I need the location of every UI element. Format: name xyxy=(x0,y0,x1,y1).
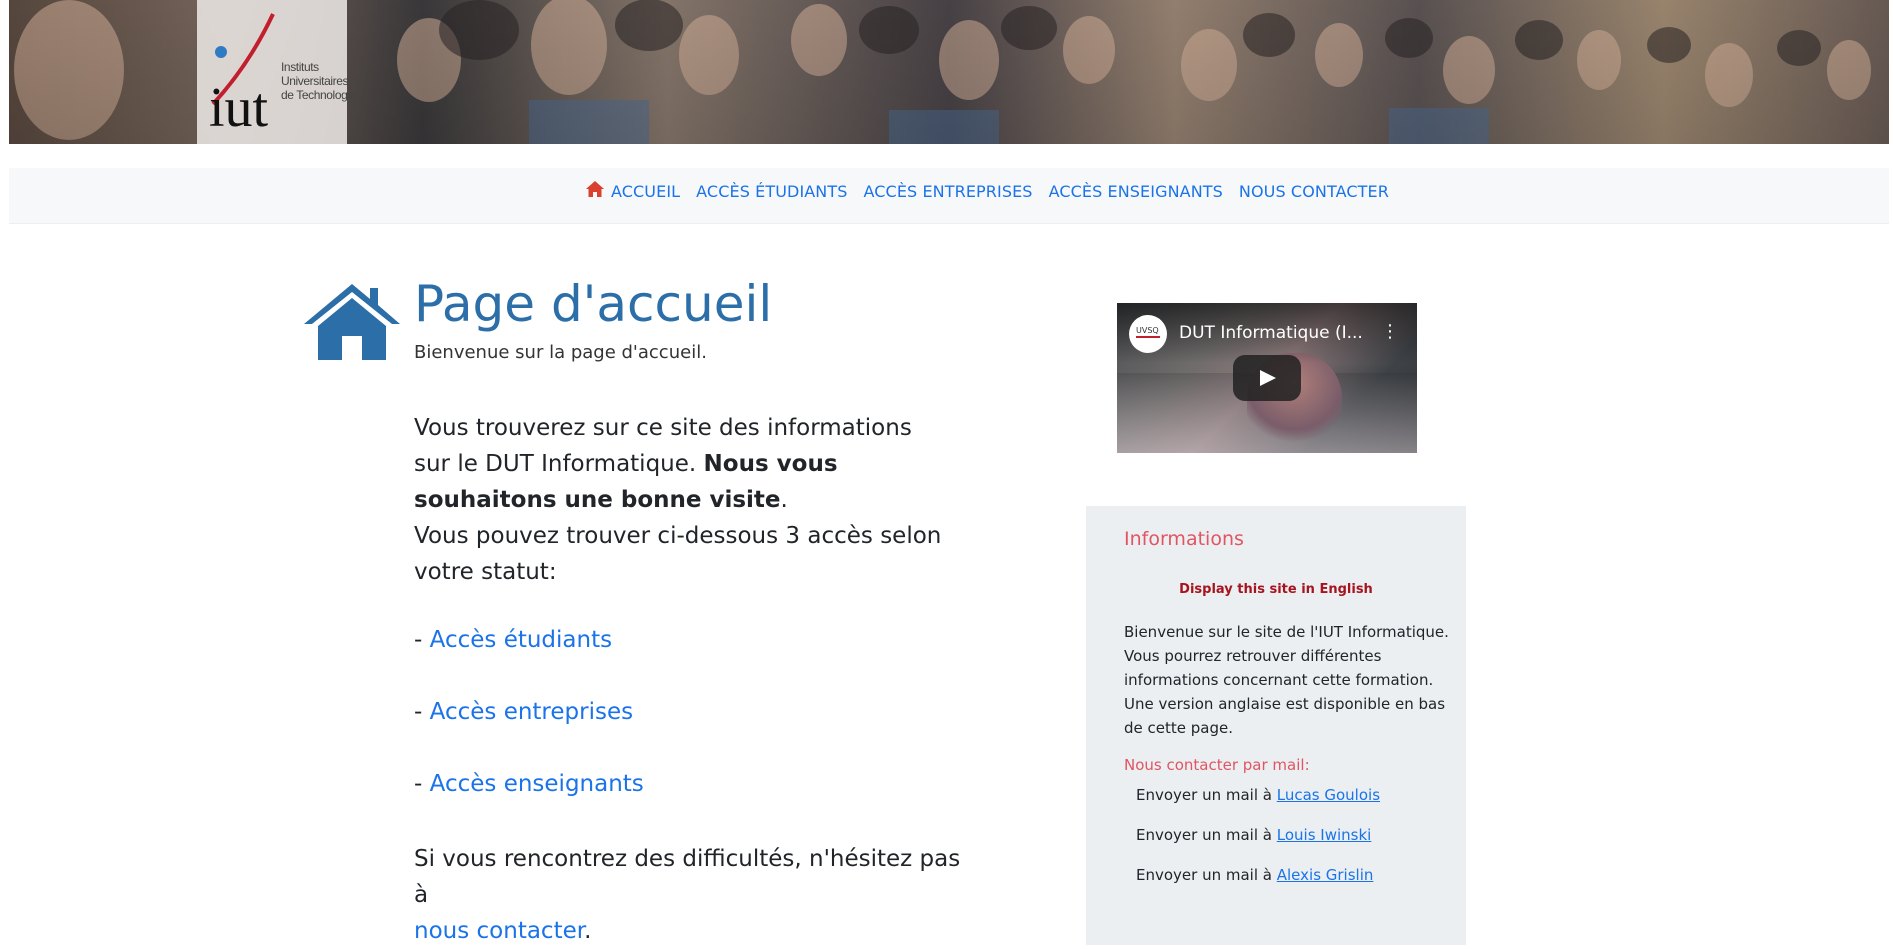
main-navbar: ACCUEIL ACCÈS ÉTUDIANTS ACCÈS ENTREPRISE… xyxy=(9,168,1889,224)
info-title: Informations xyxy=(1124,528,1244,550)
nav-link-contact[interactable]: NOUS CONTACTER xyxy=(1239,182,1389,201)
mail-item: Envoyer un mail à Lucas Goulois xyxy=(1136,786,1380,804)
more-vert-icon[interactable]: ⋮ xyxy=(1381,323,1399,341)
contact-title: Nous contacter par mail: xyxy=(1124,756,1310,774)
mail-link-louis-iwinski[interactable]: Louis Iwinski xyxy=(1277,826,1372,844)
english-site-link[interactable]: Display this site in English xyxy=(1086,582,1466,597)
mail-link-alexis-grislin[interactable]: Alexis Grislin xyxy=(1277,866,1374,884)
nav-link-etudiants[interactable]: ACCÈS ÉTUDIANTS xyxy=(696,182,847,201)
play-button-icon[interactable] xyxy=(1233,355,1301,401)
access-item: - Accès enseignants xyxy=(414,771,644,797)
outro-paragraph: Si vous rencontrez des difficultés, n'hé… xyxy=(414,841,974,949)
access-item: - Accès entreprises xyxy=(414,699,633,725)
logo-caption: Instituts Universitaires de Technologie xyxy=(281,60,356,102)
mail-prefix: Envoyer un mail à xyxy=(1136,866,1272,884)
mail-item: Envoyer un mail à Alexis Grislin xyxy=(1136,866,1373,884)
video-title[interactable]: DUT Informatique (I... xyxy=(1179,323,1363,343)
intro-paragraph: Vous trouverez sur ce site des informati… xyxy=(414,410,954,590)
link-acces-etudiants[interactable]: Accès étudiants xyxy=(430,627,612,653)
nav-link-entreprises[interactable]: ACCÈS ENTREPRISES xyxy=(864,182,1033,201)
info-text: Bienvenue sur le site de l'IUT Informati… xyxy=(1124,623,1449,737)
mail-item: Envoyer un mail à Louis Iwinski xyxy=(1136,826,1371,844)
page-home-icon xyxy=(304,284,400,360)
access-prefix: - xyxy=(414,699,430,725)
nav-link-enseignants[interactable]: ACCÈS ENSEIGNANTS xyxy=(1049,182,1223,201)
logo-line: de Technologie xyxy=(281,88,356,102)
video-channel-avatar[interactable]: UVSQ xyxy=(1129,315,1167,353)
uvsq-logo-icon: UVSQ xyxy=(1136,326,1160,338)
header-banner: iut Instituts Universitaires de Technolo… xyxy=(9,0,1889,144)
intro-period: . xyxy=(780,487,788,513)
logo-line: Universitaires xyxy=(281,74,349,88)
link-acces-enseignants[interactable]: Accès enseignants xyxy=(430,771,644,797)
home-icon[interactable] xyxy=(585,179,605,199)
outro-text: Si vous rencontrez des difficultés, n'hé… xyxy=(414,846,961,908)
page-title: Page d'accueil xyxy=(414,275,773,333)
link-acces-entreprises[interactable]: Accès entreprises xyxy=(430,699,633,725)
iut-logo[interactable]: iut Instituts Universitaires de Technolo… xyxy=(197,0,356,144)
logo-wordmark: iut xyxy=(209,77,269,132)
intro-line2: Vous pouvez trouver ci-dessous 3 accès s… xyxy=(414,523,942,585)
mail-prefix: Envoyer un mail à xyxy=(1136,826,1272,844)
channel-label: UVSQ xyxy=(1136,326,1159,335)
access-prefix: - xyxy=(414,627,430,653)
youtube-video-embed[interactable]: UVSQ DUT Informatique (I... ⋮ xyxy=(1117,303,1417,453)
info-panel: Informations Display this site in Englis… xyxy=(1086,506,1466,945)
page-subtitle: Bienvenue sur la page d'accueil. xyxy=(414,342,707,363)
mail-prefix: Envoyer un mail à xyxy=(1136,786,1272,804)
access-prefix: - xyxy=(414,771,430,797)
nav-link-accueil[interactable]: ACCUEIL xyxy=(611,182,680,201)
mail-link-lucas-goulois[interactable]: Lucas Goulois xyxy=(1277,786,1380,804)
link-nous-contacter[interactable]: nous contacter xyxy=(414,918,584,944)
iut-logo-mark: iut xyxy=(209,13,275,132)
logo-line: Instituts xyxy=(281,60,319,74)
outro-period: . xyxy=(584,918,592,944)
nav-items: ACCUEIL ACCÈS ÉTUDIANTS ACCÈS ENTREPRISE… xyxy=(585,179,1405,201)
access-item: - Accès étudiants xyxy=(414,627,612,653)
